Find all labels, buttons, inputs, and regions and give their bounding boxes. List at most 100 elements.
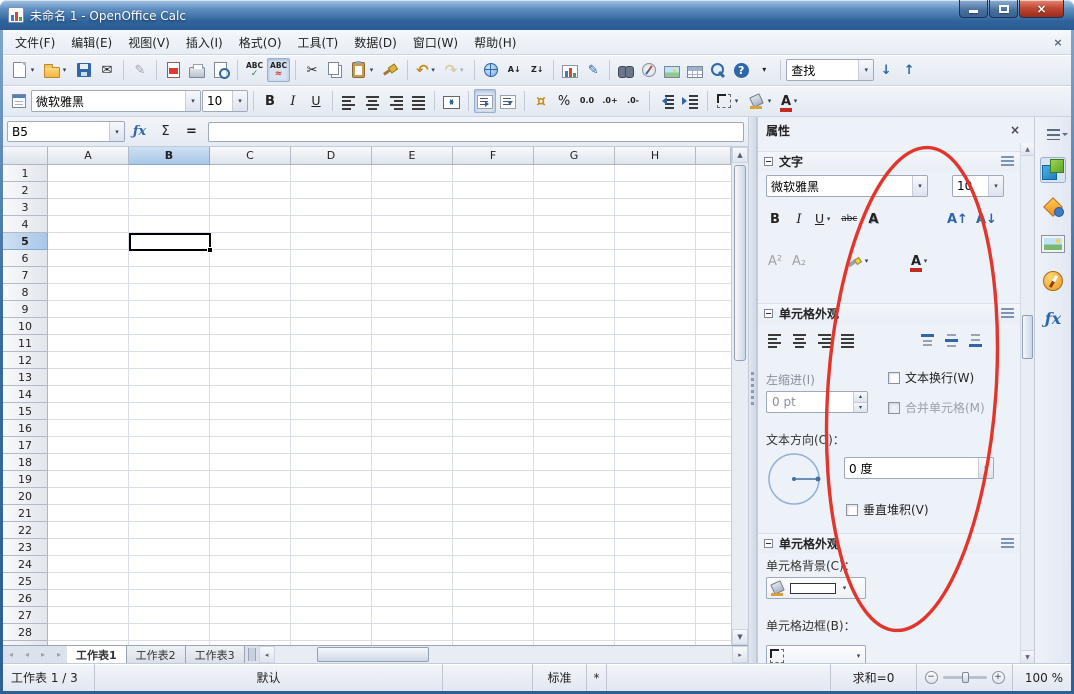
text-section-options-button[interactable] (1001, 156, 1014, 167)
paste-button[interactable]: ▾ (347, 58, 379, 82)
hyperlink-button[interactable] (480, 58, 502, 82)
menu-item-6[interactable]: 工具(T) (290, 31, 347, 54)
sort-descending-button[interactable]: Z↓ (526, 58, 548, 82)
row-header-9[interactable]: 9 (3, 301, 48, 318)
row-header-25[interactable]: 25 (3, 573, 48, 590)
collapse-icon[interactable] (764, 157, 773, 166)
align-right-button[interactable] (384, 89, 406, 113)
scroll-up-button[interactable]: ▲ (732, 147, 748, 163)
appearance-section-options-button[interactable] (1001, 538, 1014, 549)
delete-decimal-button[interactable]: .0- (622, 89, 644, 113)
orientation-degrees-input[interactable] (845, 459, 978, 477)
alignment-section-header[interactable]: 单元格外观 (758, 303, 1020, 323)
row-header-19[interactable]: 19 (3, 471, 48, 488)
column-header-H[interactable]: H (615, 147, 696, 165)
format-paintbrush-button[interactable] (380, 58, 402, 82)
valign-center-button[interactable] (940, 327, 962, 351)
fill-handle[interactable] (207, 247, 213, 253)
column-header-G[interactable]: G (534, 147, 615, 165)
help-button[interactable]: ? (730, 58, 752, 82)
save-button[interactable] (73, 58, 95, 82)
function-button[interactable]: = (180, 121, 203, 143)
spreadsheet-grid[interactable]: ABCDEFGH 1234567891011121314151617181920… (3, 147, 731, 645)
row-header-28[interactable]: 28 (3, 624, 48, 641)
insert-chart-button[interactable] (559, 58, 581, 82)
indent-spinner[interactable]: 0 pt ▴ ▾ (766, 391, 868, 413)
scroll-left-button[interactable]: ◂ (259, 646, 275, 663)
status-sum[interactable]: 求和=0 (831, 664, 917, 691)
spinner-up-icon[interactable]: ▴ (854, 392, 867, 403)
sum-button[interactable]: Σ (154, 121, 177, 143)
status-page-style[interactable]: 默认 (95, 664, 443, 691)
dropdown-arrow-icon[interactable]: ▾ (921, 257, 930, 265)
menu-item-7[interactable]: 数据(D) (346, 31, 405, 54)
auto-spellcheck-button[interactable]: ABC≈ (267, 58, 290, 82)
column-header-B[interactable]: B (129, 147, 210, 165)
dropdown-arrow-icon[interactable]: ▾ (824, 215, 833, 223)
vertical-stack-checkbox[interactable]: 垂直堆积(V) (846, 501, 929, 518)
data-sources-button[interactable] (684, 58, 706, 82)
font-name-combobox[interactable]: ▾ (31, 90, 201, 112)
highlight-color-button[interactable]: ▾ (844, 249, 874, 273)
sidebar-strikethrough-button[interactable]: abc (838, 207, 860, 231)
standard-format-button[interactable]: 0.0 (576, 89, 598, 113)
functions-deck-icon[interactable]: ƒx (1040, 305, 1066, 331)
menu-item-2[interactable]: 编辑(E) (63, 31, 120, 54)
add-decimal-button[interactable]: .0+ (599, 89, 621, 113)
print-button[interactable] (186, 58, 208, 82)
vertical-scrollbar[interactable]: ▲ ▼ (731, 147, 748, 645)
horizontal-scrollbar[interactable]: ◂ ▸ (259, 646, 748, 663)
text-orientation-dial[interactable] (766, 451, 822, 507)
close-document-button[interactable]: × (1049, 34, 1067, 50)
cell-border-button[interactable]: ▾ (766, 645, 866, 663)
row-header-24[interactable]: 24 (3, 556, 48, 573)
first-sheet-button[interactable]: ◂ (3, 646, 19, 663)
orientation-degrees-combobox[interactable]: ▾ (844, 457, 994, 479)
appearance-section-header[interactable]: 单元格外观 (758, 533, 1020, 553)
column-header-A[interactable]: A (48, 147, 129, 165)
sidebar-align-justify-button[interactable] (836, 327, 858, 351)
dropdown-arrow-icon[interactable]: ▾ (912, 176, 927, 196)
dropdown-arrow-icon[interactable]: ▾ (858, 60, 873, 80)
row-header-14[interactable]: 14 (3, 386, 48, 403)
font-size-combobox[interactable]: ▾ (202, 90, 248, 112)
find-previous-button[interactable]: ↑ (898, 58, 920, 82)
sheet-tab-1[interactable]: 工作表1 (67, 646, 127, 663)
row-header-18[interactable]: 18 (3, 454, 48, 471)
merge-cells-button[interactable] (440, 89, 463, 113)
align-center-button[interactable] (361, 89, 383, 113)
styles-deck-icon[interactable] (1040, 194, 1066, 220)
spellcheck-button[interactable]: ABC✓ (243, 58, 266, 82)
row-header-29[interactable]: 29 (3, 641, 48, 645)
export-pdf-button[interactable] (162, 58, 185, 82)
dropdown-arrow-icon[interactable]: ▾ (988, 176, 1003, 196)
toolbar-options-button[interactable]: ▾ (753, 58, 775, 82)
underline-button[interactable]: U (305, 89, 327, 113)
row-header-2[interactable]: 2 (3, 182, 48, 199)
name-box-dropdown-icon[interactable]: ▾ (109, 122, 124, 141)
column-header-F[interactable]: F (453, 147, 534, 165)
dropdown-arrow-icon[interactable]: ▾ (791, 97, 800, 105)
wrap-text-checkbox[interactable]: 文本换行(W) (888, 369, 974, 386)
dropdown-arrow-icon[interactable]: ▾ (978, 458, 993, 478)
row-header-3[interactable]: 3 (3, 199, 48, 216)
menu-item-5[interactable]: 格式(O) (231, 31, 290, 54)
find-toolbar-combobox[interactable]: ▾ (786, 59, 874, 81)
column-header-E[interactable]: E (372, 147, 453, 165)
collapse-icon[interactable] (764, 539, 773, 548)
cut-button[interactable]: ✂ (301, 58, 323, 82)
formula-input[interactable] (208, 122, 744, 142)
dropdown-arrow-icon[interactable]: ▾ (28, 66, 37, 74)
sidebar-font-color-button[interactable]: A▾ (908, 249, 933, 273)
increase-indent-button[interactable] (679, 89, 702, 113)
font-size-combobox-input[interactable] (203, 92, 232, 110)
title-bar[interactable]: 未命名 1 - OpenOffice Calc × (0, 0, 1074, 30)
row-header-10[interactable]: 10 (3, 318, 48, 335)
page-preview-button[interactable] (209, 58, 232, 82)
currency-format-button[interactable]: ¤ (530, 89, 552, 113)
column-header-C[interactable]: C (210, 147, 291, 165)
new-document-button[interactable]: ▾ (8, 58, 40, 82)
gallery-button[interactable] (661, 58, 683, 82)
sidebar-font-name-combobox[interactable]: ▾ (766, 175, 928, 197)
zoom-slider-track[interactable] (943, 676, 987, 679)
